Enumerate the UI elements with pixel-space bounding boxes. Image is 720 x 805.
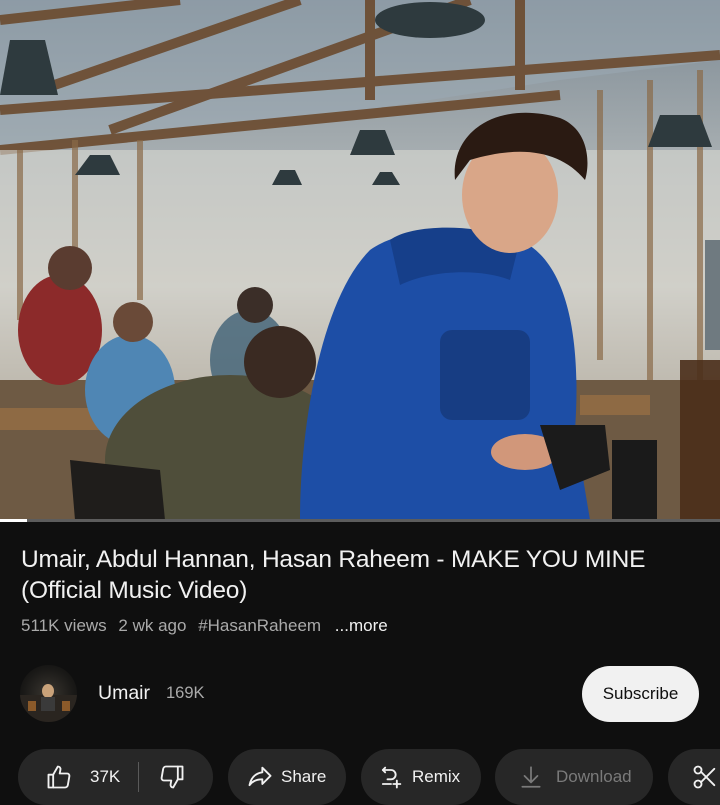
- thumbs-down-icon[interactable]: [157, 762, 187, 792]
- view-count: 511K views: [21, 616, 107, 635]
- share-label: Share: [281, 767, 327, 786]
- thumbs-up-icon[interactable]: [44, 762, 74, 792]
- progress-fill: [0, 519, 27, 522]
- more-link[interactable]: ...more: [335, 616, 388, 635]
- scissors-icon: [690, 762, 720, 792]
- share-button[interactable]: Share: [228, 749, 346, 805]
- video-frame: [0, 0, 720, 522]
- remix-button[interactable]: Remix: [361, 749, 481, 805]
- like-count[interactable]: 37K: [90, 767, 120, 787]
- share-arrow-icon: [245, 762, 275, 792]
- download-label: Download: [556, 767, 632, 786]
- channel-row: Umair 169K Subscribe: [20, 664, 700, 722]
- clip-button[interactable]: [668, 749, 720, 805]
- progress-bar[interactable]: [0, 519, 720, 522]
- video-title[interactable]: Umair, Abdul Hannan, Hasan Raheem - MAKE…: [21, 544, 701, 606]
- avatar-image: [20, 684, 77, 722]
- like-dislike-pill: 37K: [18, 749, 213, 805]
- remix-icon: [376, 762, 406, 792]
- download-icon: [516, 762, 546, 792]
- video-meta[interactable]: 511K views 2 wk ago #HasanRaheem ...more: [21, 616, 395, 636]
- subscriber-count: 169K: [166, 684, 205, 702]
- subscribe-button[interactable]: Subscribe: [582, 666, 699, 722]
- video-player[interactable]: [0, 0, 720, 522]
- hashtag-link[interactable]: #HasanRaheem: [198, 616, 321, 635]
- download-button[interactable]: Download: [495, 749, 653, 805]
- channel-name[interactable]: Umair: [98, 682, 150, 705]
- pill-divider: [138, 762, 140, 792]
- upload-age: 2 wk ago: [118, 616, 187, 635]
- remix-label: Remix: [412, 767, 461, 786]
- channel-avatar[interactable]: [20, 665, 77, 722]
